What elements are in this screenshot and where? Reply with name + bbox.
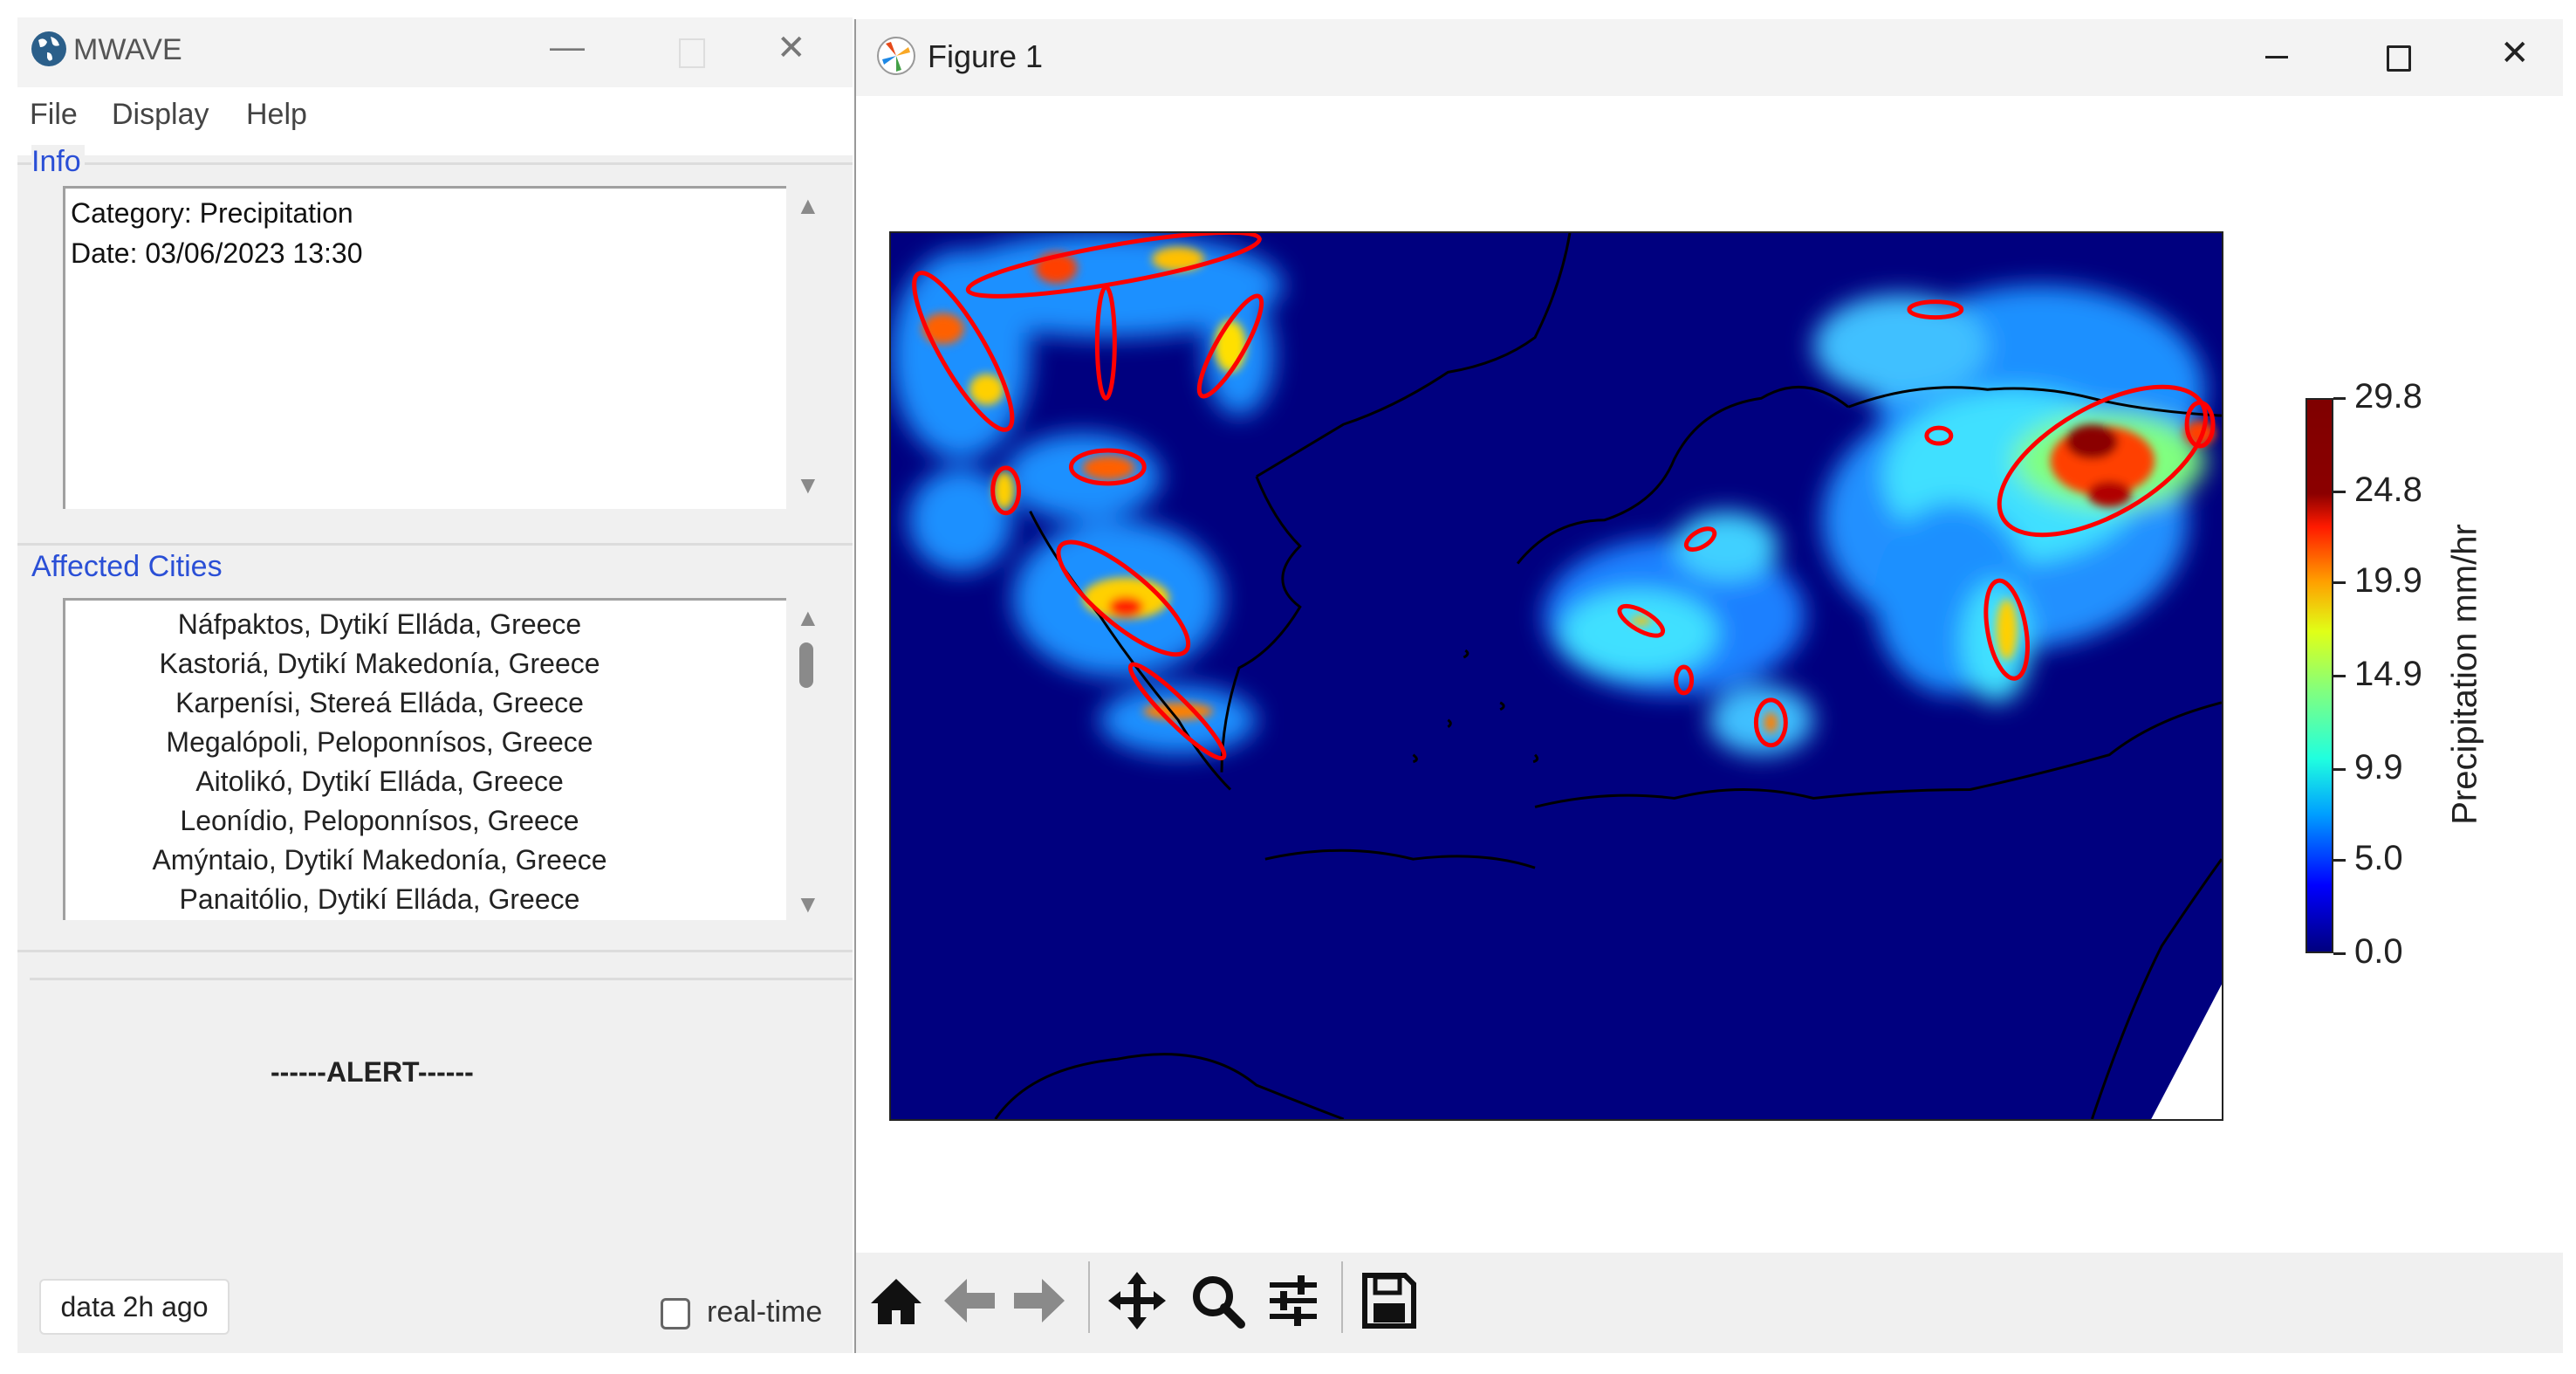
maximize-button[interactable] bbox=[2387, 45, 2411, 72]
menu-help[interactable]: Help bbox=[246, 98, 307, 132]
list-item[interactable]: Leonídio, Peloponnísos, Greece bbox=[65, 805, 694, 837]
minimize-button[interactable] bbox=[2265, 56, 2288, 58]
window-title: MWAVE bbox=[73, 33, 182, 66]
colorbar-tick bbox=[2333, 397, 2346, 400]
scroll-up-icon[interactable]: ▲ bbox=[796, 604, 820, 632]
colorbar-tick-label: 9.9 bbox=[2354, 747, 2403, 787]
close-button[interactable]: ✕ bbox=[2500, 33, 2530, 73]
back-arrow-icon[interactable] bbox=[939, 1270, 1000, 1331]
colorbar-tick-label: 0.0 bbox=[2354, 932, 2403, 971]
divider bbox=[17, 543, 853, 546]
colorbar-tick-label: 5.0 bbox=[2354, 839, 2403, 878]
title-bar: Figure 1 ✕ bbox=[856, 19, 2563, 96]
scrollbar-thumb[interactable] bbox=[799, 642, 813, 688]
affected-cities-list[interactable]: Náfpaktos, Dytikí Elláda, Greece Kastori… bbox=[63, 598, 786, 920]
mwave-window: MWAVE — ✕ File Display Help Info Categor… bbox=[17, 17, 853, 1353]
map-svg bbox=[891, 233, 2222, 1119]
colorbar-tick-label: 19.9 bbox=[2354, 561, 2422, 601]
configure-subplots-icon[interactable] bbox=[1263, 1270, 1324, 1331]
toolbar-separator bbox=[1341, 1261, 1343, 1333]
list-item[interactable]: Aitolikó, Dytikí Elláda, Greece bbox=[65, 766, 694, 798]
colorbar-tick bbox=[2333, 767, 2346, 771]
zoom-icon[interactable] bbox=[1187, 1270, 1248, 1331]
list-item[interactable]: Karpenísi, Stereá Elláda, Greece bbox=[65, 687, 694, 719]
divider bbox=[17, 162, 853, 165]
alert-text: ------ALERT------ bbox=[271, 1056, 474, 1088]
close-button[interactable]: ✕ bbox=[777, 28, 806, 68]
colorbar-tick bbox=[2333, 952, 2346, 955]
colorbar-tick-label: 29.8 bbox=[2354, 377, 2422, 416]
list-item[interactable]: Náfpaktos, Dytikí Elláda, Greece bbox=[65, 608, 694, 641]
toolbar-separator bbox=[1088, 1261, 1090, 1333]
colorbar-tick bbox=[2333, 581, 2346, 585]
colorbar-tick-label: 14.9 bbox=[2354, 655, 2422, 693]
colorbar-tick-label: 24.8 bbox=[2354, 470, 2422, 509]
precipitation-map[interactable] bbox=[889, 231, 2223, 1121]
colorbar-label: Precipitation mm/hr bbox=[2445, 524, 2484, 825]
window-title: Figure 1 bbox=[928, 38, 1044, 74]
colorbar-tick bbox=[2333, 675, 2346, 677]
scroll-down-icon[interactable]: ▼ bbox=[796, 471, 820, 499]
divider bbox=[17, 950, 853, 952]
pan-icon[interactable] bbox=[1106, 1270, 1168, 1331]
menu-file[interactable]: File bbox=[30, 98, 78, 132]
save-icon[interactable] bbox=[1358, 1270, 1419, 1331]
title-bar: MWAVE — ✕ bbox=[17, 17, 853, 87]
realtime-checkbox[interactable] bbox=[661, 1298, 690, 1329]
scroll-up-icon[interactable]: ▲ bbox=[796, 192, 820, 220]
home-icon[interactable] bbox=[866, 1270, 927, 1331]
menu-display[interactable]: Display bbox=[112, 98, 209, 132]
forward-arrow-icon[interactable] bbox=[1009, 1270, 1070, 1331]
info-textbox[interactable]: Category: Precipitation Date: 03/06/2023… bbox=[63, 186, 786, 509]
colorbar bbox=[2305, 398, 2333, 953]
globe-icon bbox=[31, 31, 66, 66]
info-category: Category: Precipitation bbox=[71, 197, 353, 229]
list-item[interactable]: Kastoriá, Dytikí Makedonía, Greece bbox=[65, 648, 694, 680]
list-item[interactable]: Megalópoli, Peloponnísos, Greece bbox=[65, 726, 694, 759]
scroll-down-icon[interactable]: ▼ bbox=[796, 890, 820, 918]
maximize-button[interactable] bbox=[679, 38, 705, 68]
list-item[interactable]: Amýntaio, Dytikí Makedonía, Greece bbox=[65, 844, 694, 876]
affected-cities-label: Affected Cities bbox=[31, 550, 226, 584]
colorbar-tick bbox=[2333, 490, 2346, 493]
list-item[interactable]: Panaitólio, Dytikí Elláda, Greece bbox=[65, 883, 694, 916]
info-date: Date: 03/06/2023 13:30 bbox=[71, 237, 363, 269]
colorbar-tick bbox=[2333, 859, 2346, 862]
divider bbox=[30, 978, 853, 980]
minimize-button[interactable]: — bbox=[550, 28, 585, 67]
info-label: Info bbox=[31, 145, 85, 179]
matplotlib-icon bbox=[877, 37, 915, 75]
realtime-label: real-time bbox=[707, 1295, 823, 1329]
data-age-button[interactable]: data 2h ago bbox=[39, 1279, 230, 1335]
